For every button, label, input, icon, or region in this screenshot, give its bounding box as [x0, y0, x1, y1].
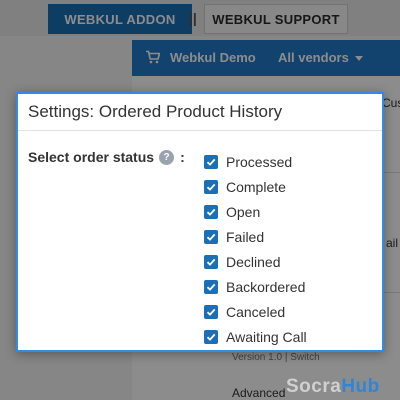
dialog-header: Settings: Ordered Product History — [18, 94, 382, 131]
checkbox-checked-icon[interactable] — [204, 329, 218, 344]
status-option[interactable]: Canceled — [204, 299, 307, 324]
status-option[interactable]: Backordered — [204, 274, 307, 299]
status-option[interactable]: Complete — [204, 174, 307, 199]
watermark-part-b: Hub — [341, 376, 380, 397]
status-option-label: Backordered — [226, 278, 306, 295]
status-option[interactable]: Declined — [204, 249, 307, 274]
order-status-checkbox-list: Processed Complete Open Failed Declined … — [204, 149, 307, 349]
checkbox-checked-icon[interactable] — [204, 254, 218, 269]
status-option[interactable]: Failed — [204, 224, 307, 249]
status-option-label: Failed — [226, 228, 265, 245]
checkbox-checked-icon[interactable] — [204, 304, 218, 319]
label-colon: : — [180, 149, 185, 165]
status-option[interactable]: Processed — [204, 149, 307, 174]
status-option[interactable]: Open — [204, 199, 307, 224]
checkbox-checked-icon[interactable] — [204, 179, 218, 194]
checkbox-checked-icon[interactable] — [204, 279, 218, 294]
settings-dialog: Settings: Ordered Product History Select… — [16, 92, 384, 352]
question-icon[interactable]: ? — [159, 149, 175, 165]
dialog-body: Select order status ? : Processed Comple… — [18, 131, 382, 352]
checkbox-checked-icon[interactable] — [204, 229, 218, 244]
status-option-label: Processed — [226, 153, 293, 170]
status-option-label: Canceled — [226, 303, 286, 320]
field-label-text: Select order status — [28, 149, 155, 165]
socrahub-watermark: SocraHub — [286, 376, 380, 398]
watermark-part-a: Socra — [286, 376, 342, 397]
dialog-title: Settings: Ordered Product History — [28, 102, 283, 121]
status-option-label: Declined — [226, 253, 281, 270]
status-option-label: Open — [226, 203, 261, 220]
status-option-label: Awaiting Call — [226, 328, 307, 345]
checkbox-checked-icon[interactable] — [204, 204, 218, 219]
status-option-label: Complete — [226, 178, 286, 195]
checkbox-checked-icon[interactable] — [204, 154, 218, 169]
status-option[interactable]: Awaiting Call — [204, 324, 307, 349]
order-status-field-label: Select order status ? : — [28, 149, 185, 165]
